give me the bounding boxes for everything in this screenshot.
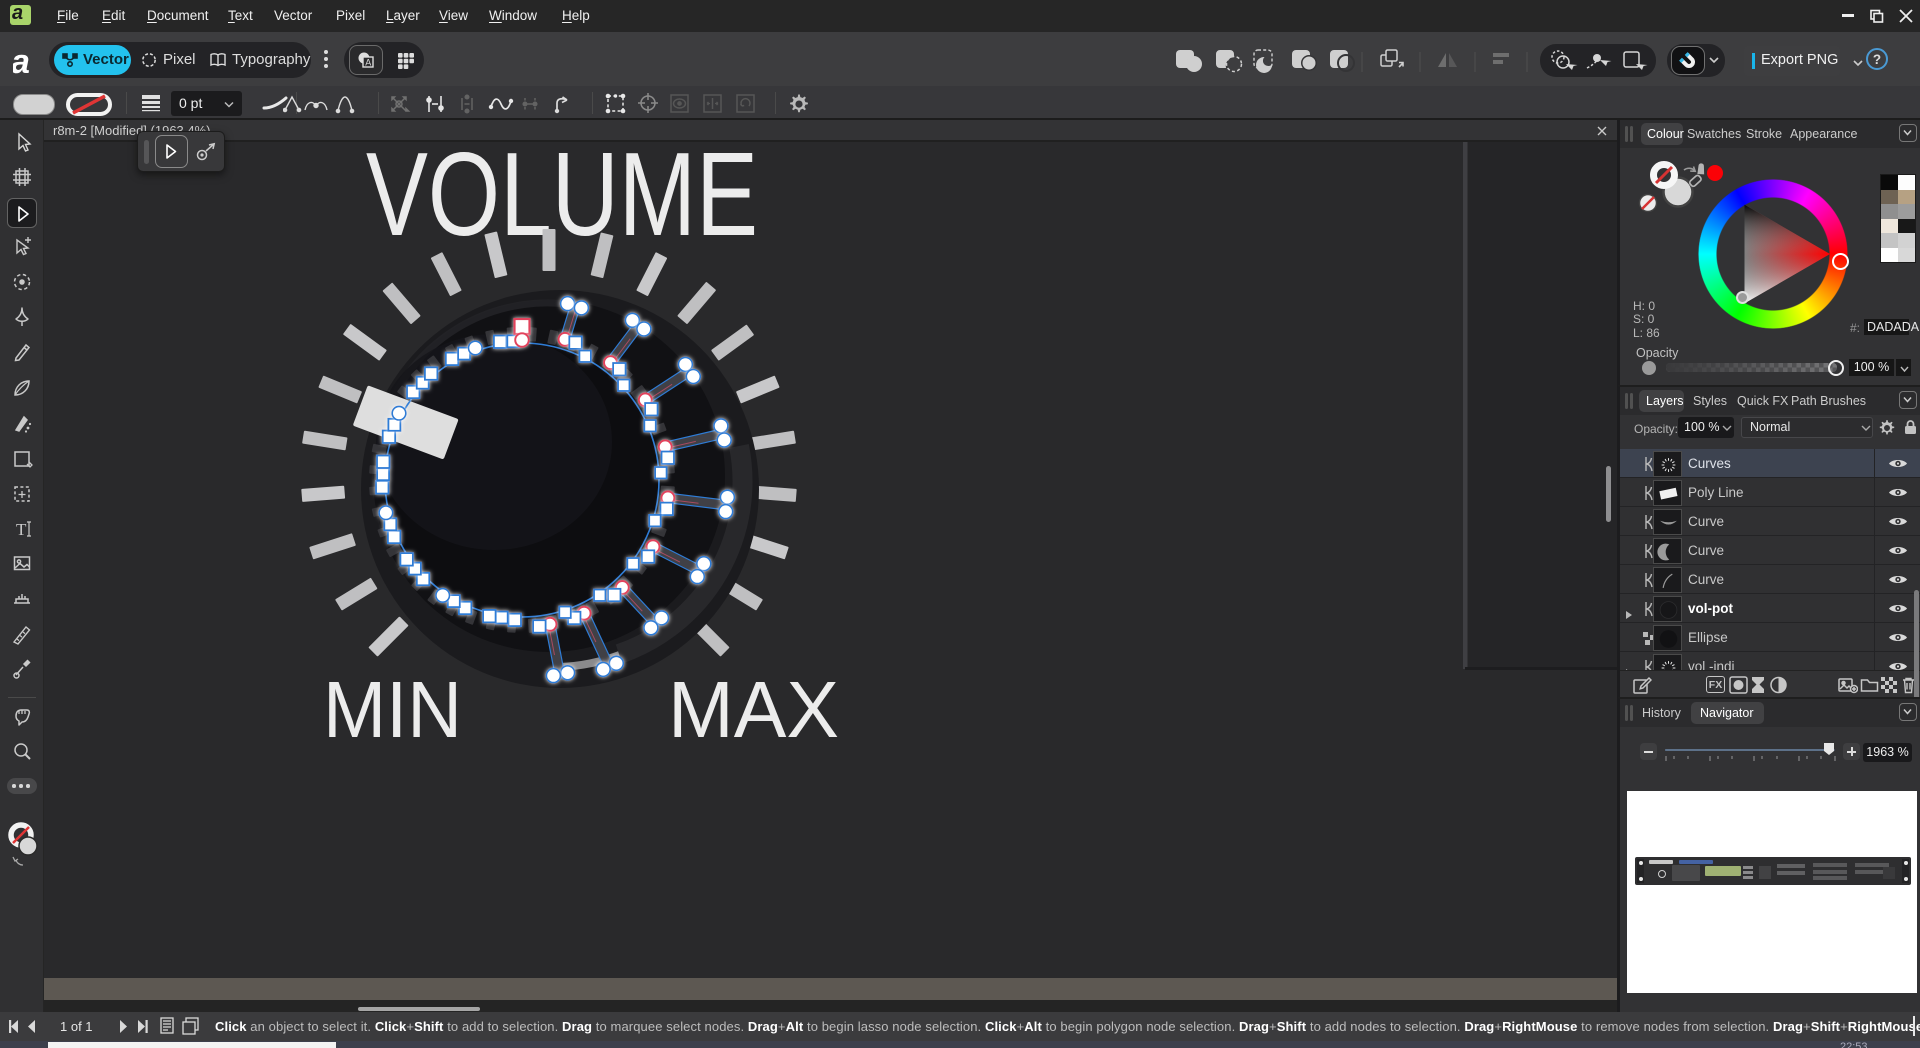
svg-text:MAX: MAX: [668, 665, 839, 754]
svg-text:MIN: MIN: [323, 665, 462, 754]
svg-text:VOLUME: VOLUME: [366, 142, 758, 261]
svg-text:A: A: [365, 58, 371, 68]
svg-text:a: a: [13, 46, 30, 78]
svg-text:T: T: [16, 520, 27, 539]
